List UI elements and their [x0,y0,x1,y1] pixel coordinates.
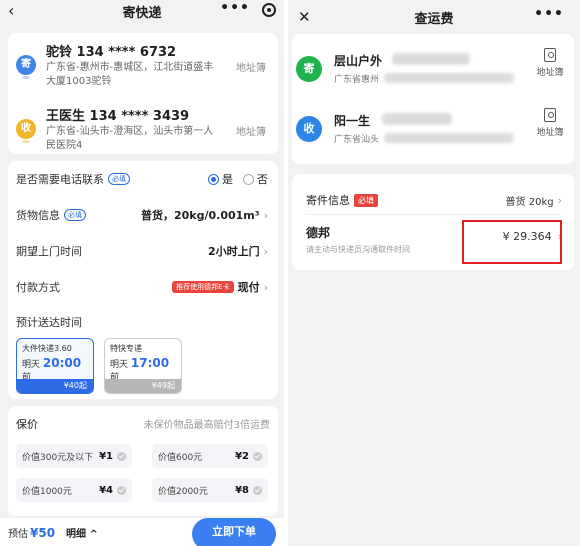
insurance-option[interactable]: 价值600元 ¥2 [152,444,268,468]
pickup-time-row[interactable]: 期望上门时间 2小时上门 › [16,241,268,261]
more-menu-button[interactable]: ••• [220,0,250,16]
receiver-name: 王医生 134 **** 3439 [46,109,190,124]
service-name: 特快专递 [110,344,142,353]
place-order-button[interactable]: 立即下单 [192,518,276,546]
close-icon[interactable]: ✕ [298,8,311,26]
receiver-name: 阳一生 [334,114,371,128]
check-icon [253,451,262,461]
send-express-screen: ‹ 寄快递 ••• 寄 驼铃 134 **** 6732 广东省-惠州市-惠城区… [0,0,284,546]
cargo-info-label: 货物信息 [16,209,60,222]
carrier-name: 德邦 [306,226,331,240]
required-tag: 必填 [108,173,130,185]
phone-contact-label: 是否需要电话联系 [16,173,104,186]
more-menu-button[interactable]: ••• [534,6,564,22]
divider [306,214,562,215]
order-info-card: 是否需要电话联系 必填 是 否 货物信息 必填 普货，20kg/0.001m³ … [8,161,278,399]
service-price: ¥40起 [17,379,93,393]
sender-badge-icon: 寄 [296,56,322,82]
payment-method-row[interactable]: 付款方式 推荐使用德邦E卡 现付 › [16,277,268,297]
receiver-pin-icon: 收 [16,119,36,143]
insurance-card: 保价 未保价物品最高赔付3倍运费 价值300元及以下 ¥1 价值600元 ¥2 价值… [8,406,278,516]
address-card: 寄 层山户外 广东省惠州 地址簿 收 阳一生 广东省汕头 地址簿 [292,34,574,164]
cargo-info-row[interactable]: 寄件信息 必填 普货 20kg › [306,192,562,208]
eta-row: 预计送达时间 [16,312,268,332]
check-icon [117,485,126,495]
address-book-icon [544,108,556,122]
price-highlight-box [462,220,562,264]
sender-address-row[interactable]: 寄 层山户外 广东省惠州 地址簿 [292,44,574,100]
screenshot-root: ‹ 寄快递 ••• 寄 驼铃 134 **** 6732 广东省-惠州市-惠城区… [0,0,580,546]
receiver-badge-icon: 收 [296,116,322,142]
top-bar: ‹ 寄快递 ••• [0,0,284,22]
receiver-address: 广东省-汕头市-澄海区，汕头市第一人民医院4 [46,126,214,151]
blurred-phone [382,113,452,125]
address-card: 寄 驼铃 134 **** 6732 广东省-惠州市-惠城区，江北街道盛丰大厦1… [8,33,278,154]
shipping-fee-screen: ✕ 查运费 ••• 寄 层山户外 广东省惠州 地址簿 收 阳一生 广东省汕头 地… [288,0,580,546]
service-option-selected[interactable]: 大件快递3.60 明天 20:00 前 ¥40起 [16,338,94,394]
back-icon[interactable]: ‹ [8,1,14,20]
blurred-phone [392,53,470,65]
address-book-icon [544,48,556,62]
chevron-right-icon: › [263,244,268,258]
sender-pin-icon: 寄 [16,55,36,79]
pickup-time-label: 期望上门时间 [16,245,82,258]
sender-name: 层山户外 [334,54,383,68]
service-option[interactable]: 特快专递 明天 17:00 前 ¥49起 [104,338,182,394]
phone-contact-no-option[interactable]: 否 [243,171,268,187]
sender-address-book-link[interactable]: 地址簿 [236,59,266,74]
cargo-info-label: 寄件信息 [306,194,350,207]
check-icon [117,451,126,461]
service-price: ¥49起 [105,379,181,393]
blurred-address [384,133,514,143]
pickup-time-value: 2小时上门 [207,245,260,258]
estimate-price: ¥50 [30,526,56,540]
sender-address-book-button[interactable]: 地址簿 [532,48,568,78]
receiver-address-book-button[interactable]: 地址簿 [532,108,568,138]
phone-contact-radio-group: 是 否 [198,171,268,187]
required-tag: 必填 [64,209,86,221]
price-detail-toggle[interactable]: 明细 ^ [66,525,98,540]
page-title: 寄快递 [122,5,162,21]
chevron-right-icon: › [263,208,268,222]
service-name: 大件快递3.60 [22,344,72,353]
receiver-address-book-link[interactable]: 地址簿 [236,123,266,138]
shipment-info-card: 寄件信息 必填 普货 20kg › 德邦 请主动与快递员沟通取件时间 ¥ 29.… [292,174,574,270]
top-bar: ✕ 查运费 ••• [288,0,580,34]
eta-label: 预计送达时间 [16,316,82,329]
insurance-note: 未保价物品最高赔付3倍运费 [143,420,270,431]
chevron-right-icon: › [557,193,562,207]
insurance-option[interactable]: 价值1000元 ¥4 [16,478,132,502]
insurance-option[interactable]: 价值2000元 ¥8 [152,478,268,502]
radio-unchecked-icon [243,173,254,185]
cargo-info-value: 普货，20kg/0.001m³ [141,209,260,222]
payment-method-label: 付款方式 [16,281,60,294]
check-icon [253,485,262,495]
miniapp-close-icon[interactable] [262,3,276,17]
sender-address: 广东省惠州 [334,75,380,85]
radio-checked-icon [208,173,219,185]
payment-method-value: 现付 [237,281,260,294]
estimate: 预估 ¥50 [8,526,56,540]
receiver-address-row[interactable]: 收 阳一生 广东省汕头 地址簿 [292,104,574,160]
phone-contact-row: 是否需要电话联系 必填 是 否 [16,169,268,189]
cargo-info-row[interactable]: 货物信息 必填 普货，20kg/0.001m³ › [16,205,268,225]
phone-contact-yes-option[interactable]: 是 [208,171,233,187]
required-tag: 必填 [354,193,378,207]
cargo-info-value: 普货 20kg [505,196,554,208]
page-title: 查运费 [414,11,454,27]
blurred-address [384,73,514,83]
chevron-right-icon: › [263,280,268,294]
promo-badge: 推荐使用德邦E卡 [172,281,234,293]
sender-address: 广东省-惠州市-惠城区，江北街道盛丰大厦1003驼铃 [46,62,214,87]
receiver-address: 广东省汕头 [334,135,380,145]
insurance-header: 保价 未保价物品最高赔付3倍运费 [16,416,270,432]
insurance-label: 保价 [16,418,38,431]
sender-name: 驼铃 134 **** 6732 [46,45,177,60]
insurance-option[interactable]: 价值300元及以下 ¥1 [16,444,132,468]
carrier-hint: 请主动与快递员沟通取件时间 [306,245,410,254]
bottom-bar: 预估 ¥50 明细 ^ 立即下单 [0,518,284,546]
